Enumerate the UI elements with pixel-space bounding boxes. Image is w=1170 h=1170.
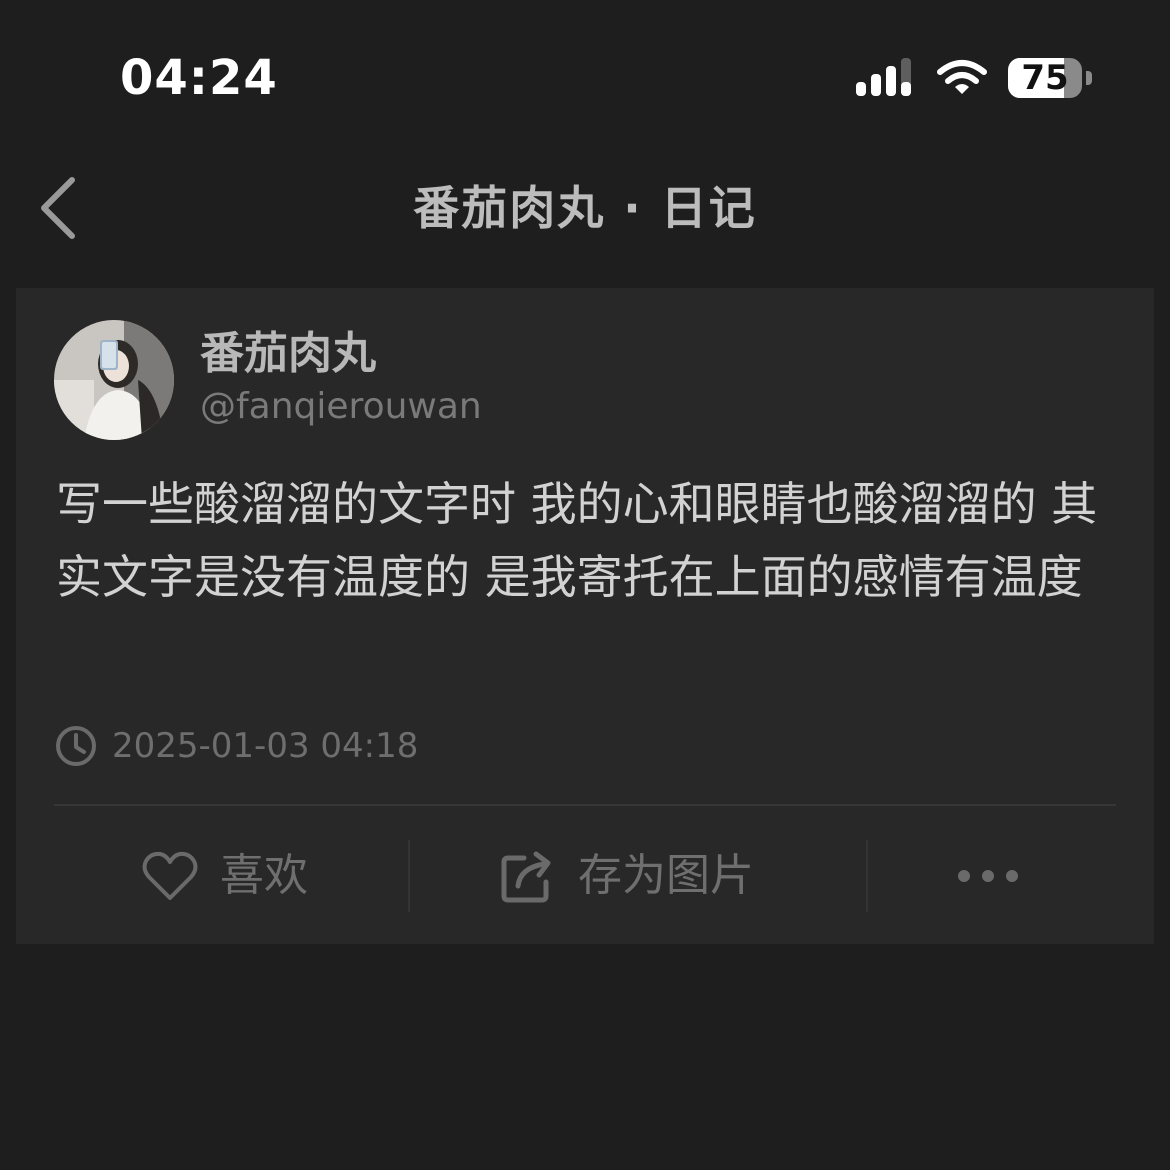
clock-icon [56,726,96,766]
share-image-icon [501,851,551,903]
status-time: 04:24 [120,50,278,106]
wifi-icon [937,60,987,94]
author-name[interactable]: 番茄肉丸 [200,326,376,382]
divider [54,804,1116,806]
signal-icon [856,58,911,96]
more-button[interactable] [956,836,1020,916]
battery-body: 75 [1008,58,1082,98]
avatar-image [54,320,174,440]
page-title: 番茄肉丸 · 日记 [413,181,757,235]
author-handle: @fanqierouwan [200,386,482,427]
battery-level: 75 [1021,58,1069,98]
battery-icon: 75 [1008,58,1092,98]
avatar[interactable] [54,320,174,440]
action-separator [408,840,410,912]
action-separator [866,840,868,912]
more-icon [958,870,1018,882]
post-content: 写一些酸溜溜的文字时 我的心和眼睛也酸溜溜的 其实文字是没有温度的 是我寄托在上… [56,477,1098,604]
like-button[interactable]: 喜欢 [142,836,308,916]
like-label: 喜欢 [220,850,308,901]
post-timestamp: 2025-01-03 04:18 [112,726,419,766]
heart-icon [142,851,198,900]
save-as-image-label: 存为图片 [578,850,754,901]
app-screen: 04:24 75 番茄肉丸 · 日记 番茄肉丸 @fanqierouwan 写一… [0,0,1170,1170]
battery-tip [1086,71,1092,85]
save-as-image-button[interactable]: 存为图片 [500,836,754,916]
post-card: 番茄肉丸 @fanqierouwan 写一些酸溜溜的文字时 我的心和眼睛也酸溜溜… [16,288,1154,944]
